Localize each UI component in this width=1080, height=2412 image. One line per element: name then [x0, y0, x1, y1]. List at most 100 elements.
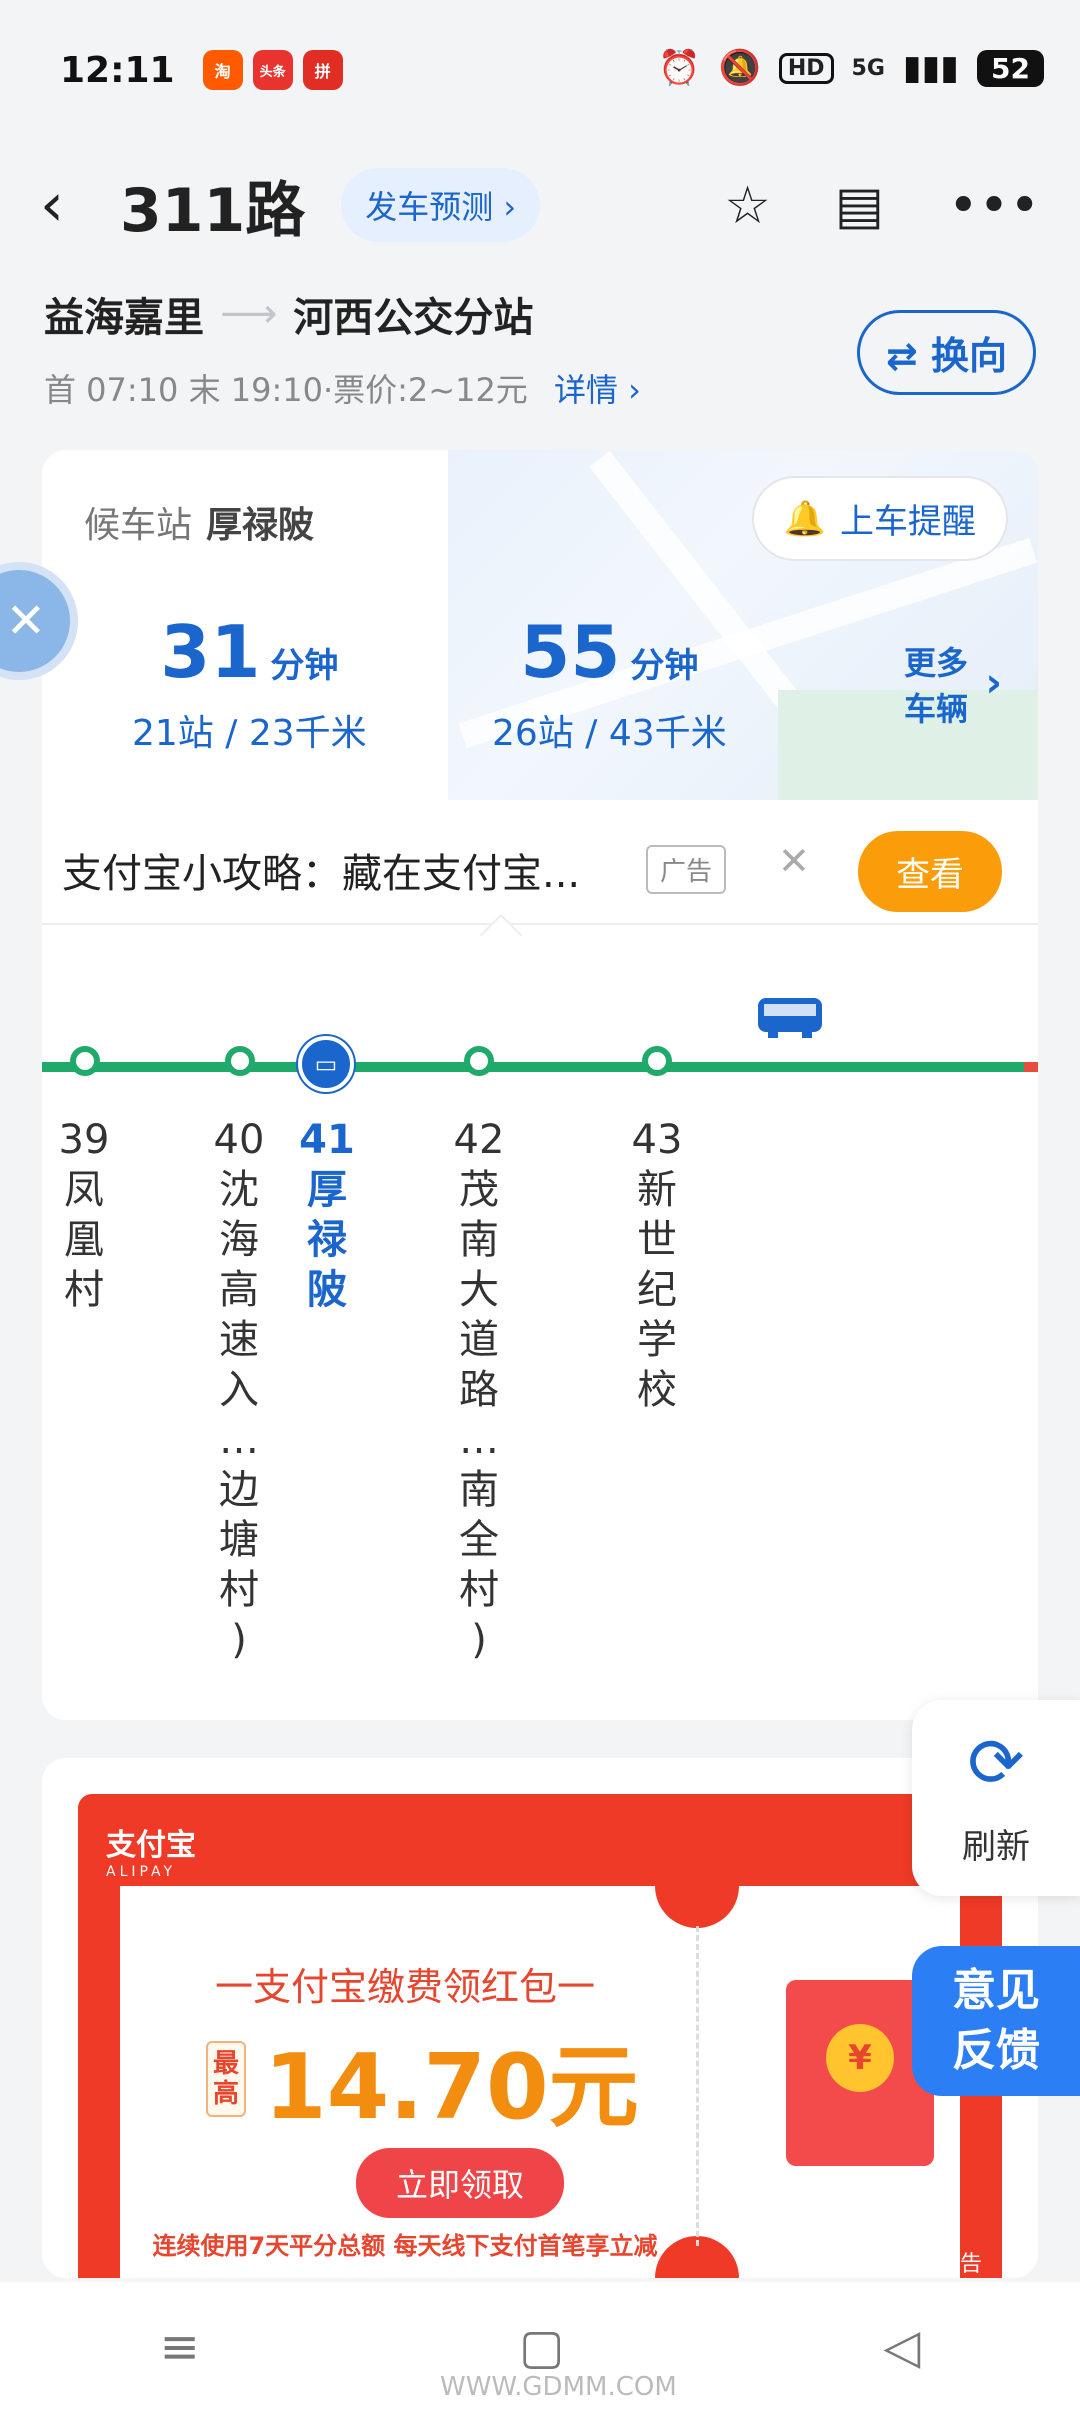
yuan-coin-icon: ¥ — [826, 2024, 894, 2092]
more-vehicles-line1: 更多 — [903, 644, 968, 682]
stop-number: 42 — [453, 1117, 505, 1163]
bus-icon[interactable] — [758, 998, 822, 1038]
alipay-promo-banner[interactable]: 支付宝 ALIPAY 一支付宝缴费领红包一 最高 14.70元 立即领取 连续使… — [78, 1794, 1002, 2278]
stop-name-char: 边 — [219, 1467, 259, 1513]
stop-name-char: 入 — [219, 1367, 259, 1413]
stop-name-char: 塘 — [219, 1517, 259, 1563]
bell-icon: 🔔 — [783, 498, 826, 539]
eta-distance: 21站 / 23千米 — [132, 713, 367, 754]
stop-name-char: … — [219, 1417, 259, 1463]
refresh-label: 刷新 — [962, 1827, 1030, 1867]
mute-bell-icon: 🔕 — [718, 48, 761, 88]
toutiao-app-icon: 头条 — [252, 50, 293, 90]
stop-number: 39 — [58, 1117, 110, 1163]
favorite-star-icon[interactable]: ☆ — [724, 176, 771, 236]
stop-name-char: 路 — [459, 1367, 499, 1413]
chevron-right-icon: › — [985, 660, 1002, 706]
stop-name-char: 陂 — [307, 1267, 347, 1313]
refresh-button[interactable]: ⟳ 刷新 — [912, 1700, 1080, 1896]
eta-vehicle-2[interactable]: 55 分钟 26站 / 43千米 — [492, 610, 727, 756]
ad-strip[interactable]: 支付宝小攻略：藏在支付宝... 广告 ✕ 查看 — [42, 805, 1038, 925]
more-options-icon[interactable]: ••• — [948, 176, 1040, 236]
route-title: 311路 — [120, 175, 306, 246]
eta-distance: 26站 / 43千米 — [492, 713, 727, 754]
close-icon[interactable]: ✕ — [778, 839, 810, 883]
view-button[interactable]: 查看 — [858, 831, 1002, 912]
header-actions: ☆ ▤ ••• — [724, 176, 1040, 236]
stop-name-char: 纪 — [637, 1267, 677, 1313]
ad-tag: 广告 — [646, 845, 727, 894]
route-destination: 河西公交分站 — [293, 295, 534, 341]
stop-name-char: 速 — [219, 1317, 259, 1363]
current-stop-bus-icon[interactable]: ▭ — [298, 1036, 354, 1092]
stop-name-char: 南 — [459, 1467, 499, 1513]
watermark: WWW.GDMM.COM — [440, 2372, 677, 2402]
detail-link[interactable]: 详情 › — [554, 371, 641, 409]
stop-42[interactable]: 42 茂 南 大 道 路 … 南 全 村 ) — [449, 1115, 509, 1665]
stop-43[interactable]: 43 新 世 纪 学 校 — [627, 1115, 687, 1415]
stop-39[interactable]: 39 凤 凰 村 — [54, 1115, 114, 1315]
stop-name-char: 村 — [459, 1567, 499, 1613]
feedback-line2: 反馈 — [952, 2025, 1040, 2076]
stop-40[interactable]: 40 沈 海 高 速 入 … 边 塘 村 ) — [209, 1115, 269, 1665]
eta-minutes: 31 — [160, 610, 261, 694]
claim-button[interactable]: 立即领取 — [356, 2148, 565, 2218]
status-bar: 12:11 淘 头条 拼 ⏰ 🔕 HD 5G ▮▮▮ 52 — [0, 0, 1080, 140]
stop-name-char: 海 — [219, 1217, 259, 1263]
stop-name-char: 凤 — [64, 1167, 104, 1213]
stop-name-char: 凰 — [64, 1217, 104, 1263]
alipay-logo: 支付宝 ALIPAY — [106, 1820, 196, 1880]
promo-title: 一支付宝缴费领红包一 — [214, 1965, 595, 2009]
promo-note: 连续使用7天平分总额 每天线下支付首笔享立减 — [152, 2232, 658, 2260]
eta-unit: 分钟 — [630, 646, 699, 686]
eta-minutes: 55 — [520, 610, 621, 694]
stop-name-char: ) — [471, 1617, 487, 1663]
feedback-line1: 意见 — [952, 1965, 1040, 2016]
signal-icon: ▮▮▮ — [902, 48, 960, 88]
max-tag: 最高 — [206, 2041, 246, 2117]
stop-name-char: 茂 — [459, 1167, 499, 1213]
eta-vehicle-1[interactable]: 31 分钟 21站 / 23千米 — [132, 610, 367, 756]
stop-name-char: 村 — [64, 1267, 104, 1313]
alipay-logo-subtext: ALIPAY — [106, 1864, 177, 1880]
status-time: 12:11 — [60, 49, 175, 91]
feedback-button[interactable]: 意见 反馈 — [912, 1946, 1080, 2096]
stop-name-char: 高 — [219, 1267, 259, 1313]
back-icon[interactable]: ◁ — [883, 2319, 920, 2375]
eta-unit: 分钟 — [270, 646, 339, 686]
home-icon[interactable]: ▢ — [519, 2319, 564, 2375]
ad-text[interactable]: 支付宝小攻略：藏在支付宝... — [62, 841, 580, 899]
stop-name-char: … — [459, 1417, 499, 1463]
stop-name-char: 校 — [637, 1367, 677, 1413]
stop-dot[interactable] — [225, 1046, 255, 1076]
stop-41-current[interactable]: 41 厚 禄 陂 — [297, 1115, 357, 1315]
waiting-station-label: 候车站 厚禄陂 — [84, 496, 314, 548]
stop-dot[interactable] — [70, 1046, 100, 1076]
boarding-reminder-button[interactable]: 🔔 上车提醒 — [751, 476, 1008, 561]
stop-dot[interactable] — [642, 1046, 672, 1076]
route-info: 益海嘉里 ⟶ 河西公交分站 首 07:10 末 19:10·票价:2~12元 详… — [44, 285, 1044, 411]
battery-indicator: 52 — [977, 49, 1044, 87]
waiting-station-name: 厚禄陂 — [206, 505, 315, 546]
ad-label: 广告 — [937, 2252, 982, 2277]
stop-number: 40 — [213, 1117, 265, 1163]
network-label: 5G — [851, 55, 885, 81]
stop-number: 41 — [299, 1117, 355, 1163]
back-arrow-icon[interactable]: ‹ — [40, 170, 100, 240]
stop-name-char: 世 — [637, 1217, 677, 1263]
reminder-label: 上车提醒 — [840, 502, 976, 542]
stop-number: 43 — [631, 1117, 683, 1163]
stop-name-char: 道 — [459, 1317, 499, 1363]
alarm-icon: ⏰ — [658, 48, 701, 88]
stop-dot[interactable] — [464, 1046, 494, 1076]
stop-name-char: 厚 — [307, 1167, 347, 1213]
notice-board-icon[interactable]: ▤ — [835, 176, 884, 236]
stop-name-char: 学 — [637, 1317, 677, 1363]
more-vehicles-button[interactable]: 更多 车辆 › — [903, 640, 1002, 732]
route-origin: 益海嘉里 — [44, 295, 204, 341]
switch-direction-button[interactable]: ⇄ 换向 — [856, 310, 1036, 395]
menu-icon[interactable]: ≡ — [160, 2319, 200, 2375]
hd-badge: HD — [778, 52, 834, 84]
waiting-label: 候车站 — [84, 505, 193, 546]
departure-prediction-button[interactable]: 发车预测 › — [341, 168, 541, 242]
